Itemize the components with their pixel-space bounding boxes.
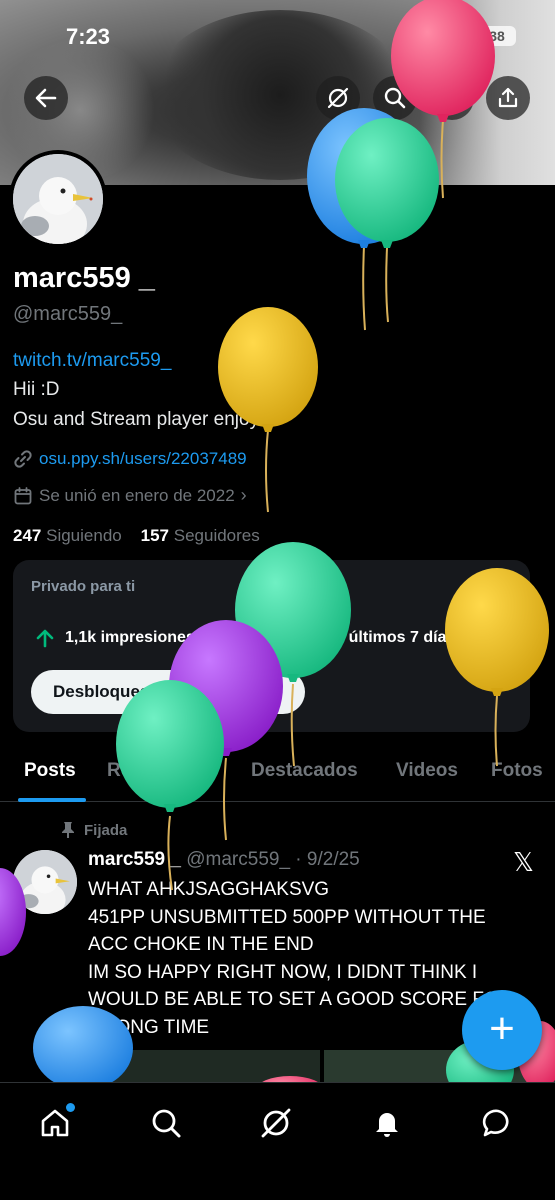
status-time: 7:23: [66, 24, 111, 49]
x-logo-icon: 𝕏: [513, 848, 534, 878]
pencil-icon: [443, 89, 461, 107]
share-button[interactable]: [486, 76, 530, 120]
nav-search[interactable]: [146, 1103, 186, 1143]
tab-highlights[interactable]: Destacados: [251, 760, 358, 782]
tab-videos[interactable]: Videos: [396, 760, 458, 782]
followers-link[interactable]: 157 Seguidores: [141, 526, 260, 545]
follow-stats: 247 Siguiendo 157 Seguidores: [13, 526, 260, 546]
joined-date: Se unió en enero de 2022: [39, 485, 235, 505]
following-link[interactable]: 247 Siguiendo: [13, 526, 122, 545]
search-icon: [152, 1109, 181, 1138]
profile-avatar[interactable]: [9, 150, 107, 248]
display-name: marc559 _: [13, 262, 155, 294]
pinned-indicator: Fijada: [60, 821, 127, 839]
joined-row: Se unió en enero de 2022 ›: [13, 485, 247, 506]
cellular-signal-icon: [407, 28, 436, 44]
unlock-stats-button[interactable]: Desbloquear estadísticas: [31, 670, 305, 714]
nav-notifications[interactable]: [367, 1103, 407, 1143]
grok-icon: [327, 87, 349, 109]
impressions-text: 1,1k impresiones en tus posts en los últ…: [65, 629, 456, 646]
website-link[interactable]: osu.ppy.sh/users/22037489: [39, 449, 247, 469]
notification-dot: [66, 1103, 75, 1112]
status-bar: 7:23 38: [0, 0, 555, 70]
chevron-right-icon[interactable]: ›: [241, 485, 247, 506]
back-button[interactable]: [24, 76, 68, 120]
search-icon: [384, 87, 406, 109]
seagull-avatar-image: [13, 850, 77, 914]
bottom-navigation: [0, 1082, 555, 1200]
link-icon: [14, 450, 32, 468]
share-icon: [498, 87, 518, 108]
tab-photos[interactable]: Fotos: [491, 760, 543, 782]
edit-button[interactable]: [430, 76, 474, 120]
nav-grok[interactable]: [256, 1103, 296, 1143]
seagull-avatar-image: [13, 154, 103, 244]
active-tab-indicator: [18, 798, 86, 802]
bell-icon: [376, 1113, 398, 1137]
tab-replies[interactable]: Respuestas: [107, 760, 214, 782]
post-meta: @marc559_ · 9/2/25: [186, 849, 360, 870]
battery-indicator: 38: [478, 26, 516, 46]
arrow-left-icon: [35, 88, 57, 108]
private-analytics-card: Privado para ti ✕ 1,1k impresiones en tu…: [13, 560, 530, 732]
calendar-icon: [14, 486, 32, 504]
chat-icon: [482, 1109, 509, 1137]
post-author-name[interactable]: marc559 _: [88, 849, 181, 870]
website-row: osu.ppy.sh/users/22037489: [13, 449, 247, 469]
impressions-row: 1,1k impresiones en tus posts en los últ…: [35, 628, 455, 648]
bio-link[interactable]: twitch.tv/marc559_: [13, 350, 171, 372]
bio-line: Hii :D: [13, 379, 60, 400]
user-handle: @marc559_: [13, 303, 123, 325]
arrow-up-icon: [36, 629, 54, 648]
compose-post-button[interactable]: +: [462, 990, 542, 1070]
search-button[interactable]: [373, 76, 417, 120]
post-author-avatar[interactable]: [13, 850, 77, 914]
pin-icon: [62, 822, 74, 838]
bio-line: Osu and Stream player enjoyer: [13, 409, 276, 430]
nav-home[interactable]: [35, 1103, 75, 1143]
close-icon[interactable]: ✕: [497, 574, 514, 599]
tab-posts[interactable]: Posts: [24, 760, 76, 782]
pinned-label: Fijada: [84, 821, 128, 839]
post-header: marc559 _ @marc559_ · 9/2/25: [88, 849, 360, 871]
nav-messages[interactable]: [478, 1103, 518, 1143]
grok-icon: [261, 1108, 291, 1138]
wifi-icon: [444, 26, 468, 43]
profile-tabs: Posts Respuestas Destacados Videos Fotos: [0, 750, 555, 802]
grok-button[interactable]: [316, 76, 360, 120]
private-card-title: Privado para ti: [31, 578, 136, 595]
